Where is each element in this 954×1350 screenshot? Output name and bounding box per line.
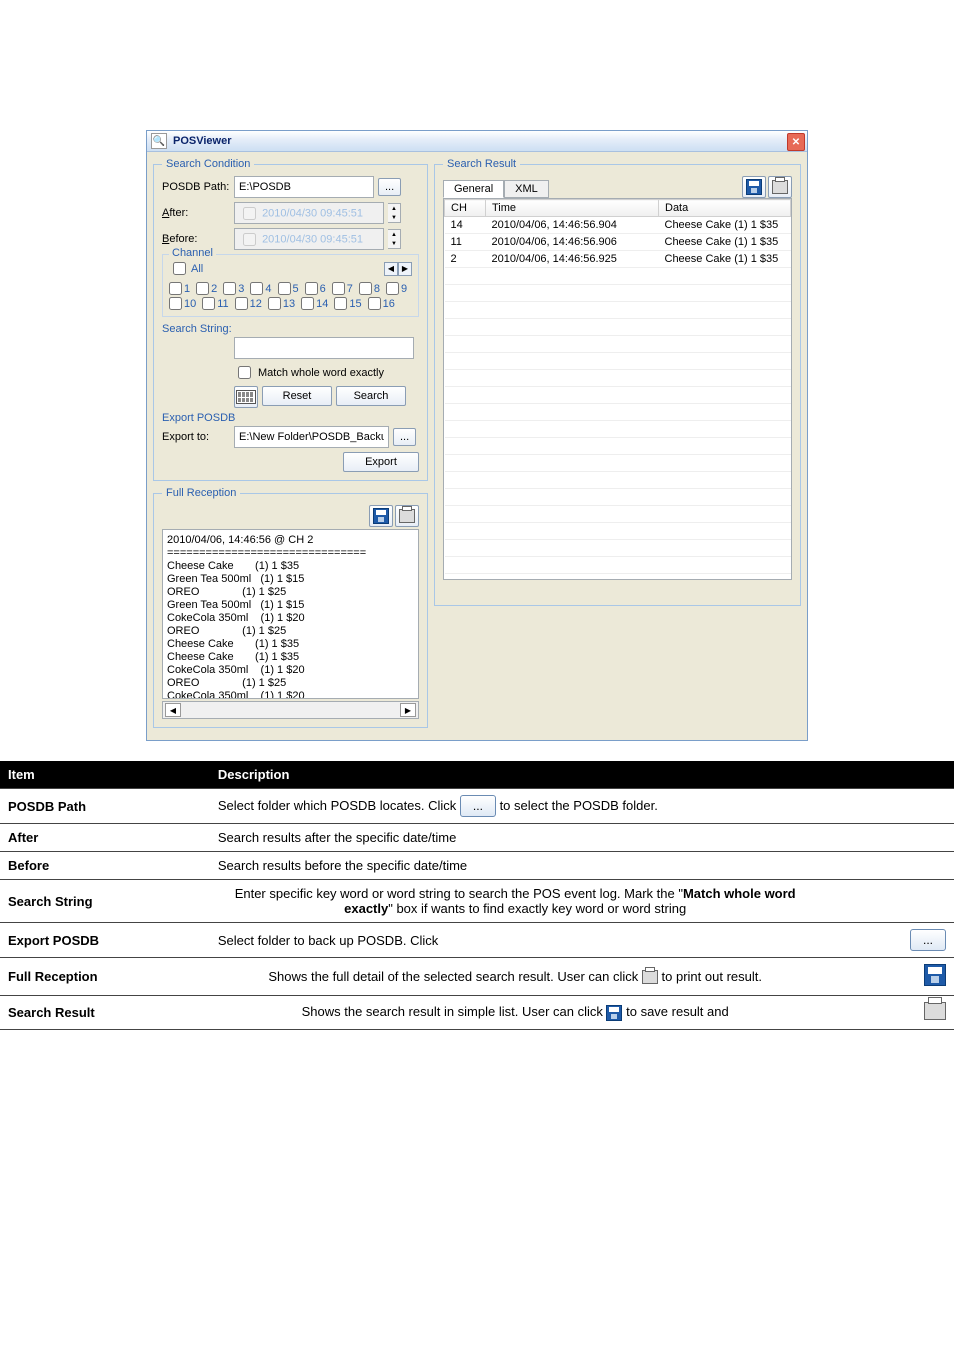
search-condition-legend: Search Condition [162, 158, 254, 170]
scroll-left-icon: ◀ [165, 703, 181, 717]
full-reception-print-button[interactable] [395, 505, 419, 527]
window-title: POSViewer [173, 135, 232, 147]
close-button[interactable]: ✕ [787, 133, 805, 151]
export-browse-button[interactable]: ... [393, 428, 416, 446]
print-icon [642, 970, 658, 984]
table-row[interactable]: 142010/04/06, 14:46:56.904Cheese Cake (1… [445, 217, 791, 234]
titlebar: 🔍 POSViewer ✕ [147, 131, 807, 152]
table-row[interactable]: 22010/04/06, 14:46:56.925Cheese Cake (1)… [445, 251, 791, 268]
channel-label: Channel [169, 247, 216, 259]
channel-checkbox-6[interactable]: 6 [305, 282, 326, 295]
full-reception-hscroll[interactable]: ◀▶ [162, 701, 419, 719]
posdb-path-label: POSDB Path: [162, 181, 230, 193]
doc-row-full-reception: Full Reception [0, 958, 210, 996]
after-field[interactable]: 2010/04/30 09:45:51 [234, 202, 384, 224]
posdb-path-input[interactable] [234, 176, 374, 198]
col-ch[interactable]: CH [445, 200, 486, 217]
result-table[interactable]: CH Time Data 142010/04/06, 14:46:56.904C… [443, 198, 792, 580]
reset-button[interactable]: Reset [262, 386, 332, 406]
keyboard-button[interactable] [234, 386, 258, 408]
channel-checkbox-13[interactable]: 13 [268, 297, 295, 310]
search-button[interactable]: Search [336, 386, 406, 406]
doc-row-posdb-path: POSDB Path [0, 789, 210, 824]
full-reception-group: Full Reception 2010/04/06, 14:46:56 @ CH… [153, 487, 428, 728]
export-posdb-legend: Export POSDB [162, 412, 419, 424]
doc-header-item: Item [0, 761, 210, 789]
doc-row-search-string: Search String [0, 880, 210, 923]
match-whole-word-label[interactable]: Match whole word exactly [258, 367, 384, 379]
channel-checkbox-2[interactable]: 2 [196, 282, 217, 295]
channel-checkbox-4[interactable]: 4 [250, 282, 271, 295]
search-result-legend: Search Result [443, 158, 520, 170]
channel-checkbox-14[interactable]: 14 [301, 297, 328, 310]
export-to-label: Export to: [162, 431, 230, 443]
full-reception-save-button[interactable] [369, 505, 393, 527]
print-icon [399, 509, 415, 523]
channel-checkbox-9[interactable]: 9 [386, 282, 407, 295]
posdb-browse-button[interactable]: ... [378, 178, 401, 196]
channel-checkbox-12[interactable]: 12 [235, 297, 262, 310]
channel-subgroup: Channel All ◀ ▶ 12345678910111213141516 [162, 254, 419, 317]
keyboard-icon [236, 390, 256, 404]
browse-icon: ... [910, 929, 946, 951]
after-spinner[interactable]: ▲▼ [388, 203, 401, 223]
scroll-right-icon: ▶ [400, 703, 416, 717]
before-spinner[interactable]: ▲▼ [388, 229, 401, 249]
export-button[interactable]: Export [343, 452, 419, 472]
channel-grid: 12345678910111213141516 [169, 282, 412, 310]
save-icon [746, 179, 762, 195]
channel-checkbox-11[interactable]: 11 [202, 297, 228, 310]
save-icon [924, 964, 946, 986]
channel-checkbox-16[interactable]: 16 [368, 297, 395, 310]
channel-checkbox-3[interactable]: 3 [223, 282, 244, 295]
after-label: After: [162, 207, 230, 219]
save-icon [373, 508, 389, 524]
doc-header-desc: Description [210, 761, 954, 789]
result-save-button[interactable] [742, 176, 766, 198]
match-whole-word-checkbox[interactable] [238, 366, 251, 379]
save-icon [606, 1005, 622, 1021]
print-icon [772, 180, 788, 194]
doc-table: Item Description POSDB Path Select folde… [0, 761, 954, 1030]
table-row[interactable]: 112010/04/06, 14:46:56.906Cheese Cake (1… [445, 234, 791, 251]
doc-row-after: After [0, 824, 210, 852]
search-result-group: Search Result General XML [434, 158, 801, 606]
channel-all[interactable]: All [169, 259, 203, 278]
full-reception-legend: Full Reception [162, 487, 240, 499]
search-string-label: Search String: [162, 323, 419, 335]
result-print-button[interactable] [768, 176, 792, 198]
channel-checkbox-1[interactable]: 1 [169, 282, 190, 295]
app-icon: 🔍 [151, 133, 167, 149]
tab-xml[interactable]: XML [504, 180, 549, 198]
doc-row-before: Before [0, 852, 210, 880]
before-field[interactable]: 2010/04/30 09:45:51 [234, 228, 384, 250]
channel-checkbox-5[interactable]: 5 [278, 282, 299, 295]
col-time[interactable]: Time [486, 200, 659, 217]
print-icon [924, 1002, 946, 1020]
channel-checkbox-15[interactable]: 15 [334, 297, 361, 310]
before-label: Before: [162, 233, 230, 245]
channel-checkbox-8[interactable]: 8 [359, 282, 380, 295]
channel-checkbox-10[interactable]: 10 [169, 297, 196, 310]
channel-prev-button[interactable]: ◀ [384, 262, 398, 276]
posviewer-window: 🔍 POSViewer ✕ Search Condition POSDB Pat… [146, 130, 808, 741]
browse-icon: ... [460, 795, 496, 817]
doc-row-export-posdb: Export POSDB [0, 923, 210, 958]
col-data[interactable]: Data [659, 200, 791, 217]
export-to-input[interactable] [234, 426, 389, 448]
search-condition-group: Search Condition POSDB Path: ... After: … [153, 158, 428, 481]
tab-general[interactable]: General [443, 180, 504, 198]
channel-checkbox-7[interactable]: 7 [332, 282, 353, 295]
channel-next-button[interactable]: ▶ [398, 262, 412, 276]
full-reception-text[interactable]: 2010/04/06, 14:46:56 @ CH 2=============… [162, 529, 419, 699]
doc-row-search-result: Search Result [0, 996, 210, 1030]
search-string-input[interactable] [234, 337, 414, 359]
